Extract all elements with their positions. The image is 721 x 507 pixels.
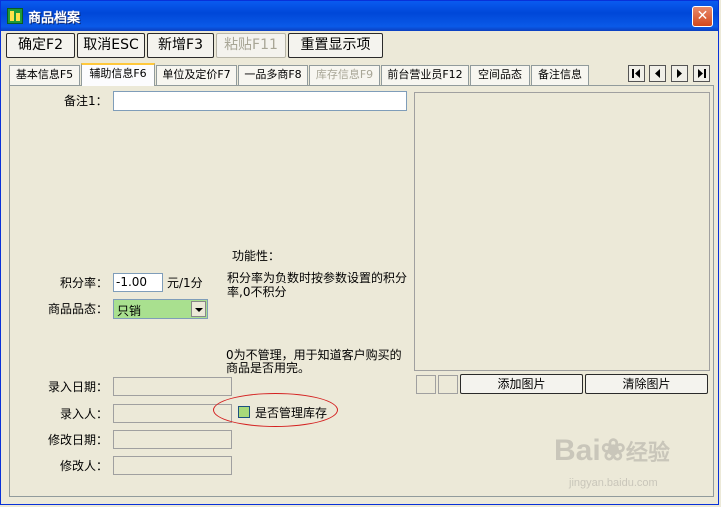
product-archive-window: 商品档案 ✕ 确定F2 取消ESC 新增F3 粘贴F11 重置显示项 基本信息F… [0, 0, 719, 505]
tab-front-clerk[interactable]: 前台营业员F12 [381, 65, 469, 85]
last-icon [698, 69, 706, 78]
add-button[interactable]: 新增F3 [147, 33, 214, 58]
points-rate-label: 积分率： [60, 276, 109, 290]
manage-note: 0为不管理，用于知道客户购买的商品是否用完。 [226, 348, 402, 375]
cancel-button[interactable]: 取消ESC [77, 33, 145, 58]
prev-tab-button[interactable] [649, 65, 666, 82]
modify-user-label: 修改人： [60, 459, 109, 473]
tab-basic-info[interactable]: 基本信息F5 [9, 65, 80, 85]
entry-date-field [113, 377, 232, 396]
remark1-input[interactable] [113, 91, 407, 111]
paste-button[interactable]: 粘贴F11 [216, 33, 286, 58]
entry-user-label: 录入人： [60, 407, 109, 421]
product-image-area [414, 92, 710, 371]
app-icon [7, 8, 23, 24]
remark1-label: 备注1： [64, 94, 108, 108]
points-rate-input[interactable]: -1.00 [113, 273, 163, 292]
window-title: 商品档案 [28, 11, 81, 26]
product-state-select[interactable]: 只销 [113, 299, 208, 319]
prev-icon [655, 69, 660, 78]
product-state-value: 只销 [117, 304, 142, 318]
tab-multi-vendor[interactable]: 一品多商F8 [238, 65, 308, 85]
next-icon [677, 69, 682, 78]
next-tab-button[interactable] [671, 65, 688, 82]
image-prev-button[interactable] [416, 375, 436, 394]
function-label: 功能性： [232, 249, 281, 263]
tab-remark-info[interactable]: 备注信息 [531, 65, 589, 85]
tab-stock-info[interactable]: 库存信息F9 [309, 65, 380, 85]
tab-aux-info[interactable]: 辅助信息F6 [81, 63, 155, 86]
confirm-button[interactable]: 确定F2 [6, 33, 75, 58]
image-next-button[interactable] [438, 375, 458, 394]
annotation-circle [213, 393, 338, 427]
reset-display-button[interactable]: 重置显示项 [288, 33, 383, 58]
watermark-brand2: 经验 [625, 440, 670, 465]
close-button[interactable]: ✕ [692, 6, 713, 27]
modify-date-label: 修改日期： [48, 433, 109, 447]
tab-space-state[interactable]: 空间品态 [470, 65, 530, 85]
modify-user-field [113, 456, 232, 475]
points-rate-note: 积分率为负数时按参数设置的积分率,0不积分 [227, 271, 408, 299]
product-state-label: 商品品态： [48, 302, 109, 316]
watermark-url: jingyan.baidu.com [569, 477, 658, 489]
first-tab-button[interactable] [628, 65, 645, 82]
chevron-down-icon[interactable] [191, 301, 206, 317]
entry-date-label: 录入日期： [48, 380, 109, 394]
tab-unit-pricing[interactable]: 单位及定价F7 [156, 65, 237, 85]
baidu-watermark: Bai❀经验 [554, 433, 670, 468]
close-icon: ✕ [696, 8, 709, 24]
last-tab-button[interactable] [693, 65, 710, 82]
points-rate-unit: 元/1分 [167, 276, 203, 290]
title-bar[interactable]: 商品档案 ✕ [1, 1, 718, 31]
first-icon [632, 69, 640, 78]
add-image-button[interactable]: 添加图片 [460, 374, 583, 394]
modify-date-field [113, 430, 232, 449]
clear-image-button[interactable]: 清除图片 [585, 374, 708, 394]
paw-icon: ❀ [600, 434, 626, 467]
watermark-brand: Bai [554, 434, 601, 467]
